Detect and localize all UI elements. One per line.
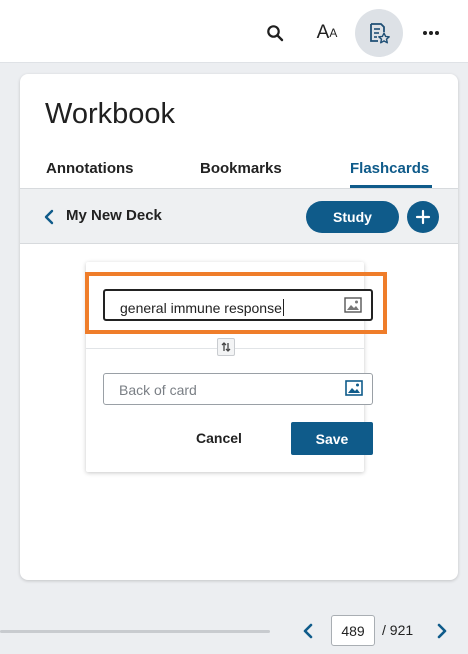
workbook-panel: Workbook Annotations Bookmarks Flashcard… (20, 74, 458, 580)
next-page-icon[interactable] (432, 620, 452, 642)
cancel-button[interactable]: Cancel (196, 430, 242, 446)
tab-flashcards[interactable]: Flashcards (350, 160, 429, 177)
search-button[interactable] (251, 9, 299, 57)
swap-icon (221, 342, 231, 352)
deck-name[interactable]: My New Deck (66, 207, 162, 224)
study-button[interactable]: Study (306, 201, 399, 233)
front-of-card-value: general immune response (120, 300, 282, 316)
flashcard-editor: general immune response Back of card Can… (86, 262, 373, 472)
back-of-card-input[interactable]: Back of card (103, 373, 373, 405)
page-total: / 921 (382, 622, 414, 638)
swap-sides-button[interactable] (217, 338, 235, 356)
save-button[interactable]: Save (291, 422, 373, 455)
reading-progress-bar[interactable] (0, 630, 270, 633)
workbook-button[interactable] (355, 9, 403, 57)
back-of-card-placeholder: Back of card (119, 382, 197, 398)
insert-image-icon[interactable] (344, 297, 362, 313)
text-caret (282, 299, 284, 316)
back-chevron-icon[interactable] (42, 207, 56, 227)
text-size-icon-large: A (316, 22, 330, 43)
previous-page-icon[interactable] (298, 620, 318, 642)
panel-title: Workbook (45, 98, 176, 130)
plus-icon (415, 209, 431, 225)
text-size-icon-small: A (329, 26, 338, 40)
insert-image-icon[interactable] (345, 380, 363, 396)
more-options-button[interactable] (407, 9, 455, 57)
front-of-card-input[interactable]: general immune response (103, 289, 373, 321)
text-size-button[interactable]: AA (303, 9, 351, 57)
page-number-input[interactable]: 489 (331, 615, 375, 646)
top-toolbar: AA (0, 0, 468, 63)
add-card-button[interactable] (407, 201, 439, 233)
workbook-icon (370, 23, 390, 44)
more-icon (423, 31, 439, 35)
deck-header: My New Deck Study (20, 189, 458, 244)
search-icon (267, 25, 284, 42)
tab-bookmarks[interactable]: Bookmarks (200, 160, 282, 177)
tab-annotations[interactable]: Annotations (46, 160, 134, 177)
